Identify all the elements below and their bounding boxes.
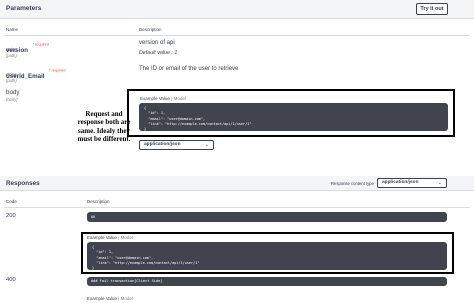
select-value: application/json xyxy=(144,142,181,147)
tab-model[interactable]: Model xyxy=(174,96,186,101)
column-header-code: Code xyxy=(6,199,17,204)
example-tabs: Example Value | Model xyxy=(140,96,186,101)
tab-example-value[interactable]: Example Value xyxy=(140,96,170,101)
parameter-content-type-select[interactable]: application/json ⌄ xyxy=(139,140,214,150)
chevron-down-icon: ⌄ xyxy=(437,180,442,186)
tab-model[interactable]: Model xyxy=(121,296,133,301)
annotation-note: Request and response both are same. Idea… xyxy=(77,110,131,143)
responses-title: Responses xyxy=(6,180,40,187)
param-name: body xyxy=(6,89,20,96)
example-tabs: Example Value | Model xyxy=(87,235,133,240)
param-location: (path) xyxy=(6,53,17,58)
param-description: The ID or email of the user to retrieve xyxy=(139,66,239,72)
column-header-description: Description xyxy=(139,27,162,32)
response-description: OK xyxy=(87,212,447,222)
body-example-code: { "id": 1, "email": "user@domain.com", "… xyxy=(139,103,448,131)
example-tabs: Example Value | Model xyxy=(87,296,133,301)
response-content-type-label: Response content type xyxy=(331,181,374,186)
chevron-down-icon: ⌄ xyxy=(204,142,209,148)
column-header-divider xyxy=(4,35,470,36)
param-description: version of api xyxy=(139,40,175,46)
tab-separator: | xyxy=(118,235,120,240)
column-header-description: Description xyxy=(87,199,110,204)
tab-example-value[interactable]: Example Value xyxy=(87,296,117,301)
parameters-header xyxy=(0,0,474,19)
response-header-divider xyxy=(4,207,470,208)
tab-separator: | xyxy=(171,96,173,101)
response-code: 400 xyxy=(6,277,16,283)
param-default-value: Default value : 1 xyxy=(139,50,178,56)
param-location: (body) xyxy=(6,97,18,102)
tab-example-value[interactable]: Example Value xyxy=(87,235,117,240)
required-marker: * required xyxy=(32,42,49,47)
response-example-code: { "id": 1, "email": "user@domain.com", "… xyxy=(87,242,447,270)
parameters-title: Parameters xyxy=(6,5,42,12)
tab-model[interactable]: Model xyxy=(121,235,133,240)
param-type: string xyxy=(6,47,17,52)
required-marker: * required xyxy=(48,68,66,73)
column-header-name: Name xyxy=(6,27,19,32)
response-content-type-select[interactable]: application/json ⌄ xyxy=(377,178,447,188)
param-location: (path) xyxy=(6,78,17,83)
response-code: 200 xyxy=(6,213,16,219)
select-value: application/json xyxy=(382,180,419,185)
try-it-out-button[interactable]: Try it out xyxy=(416,3,448,15)
response-description: ### Fail transaction[Client Side] xyxy=(87,277,447,286)
param-type: string xyxy=(6,72,17,77)
tab-separator: | xyxy=(118,296,120,301)
